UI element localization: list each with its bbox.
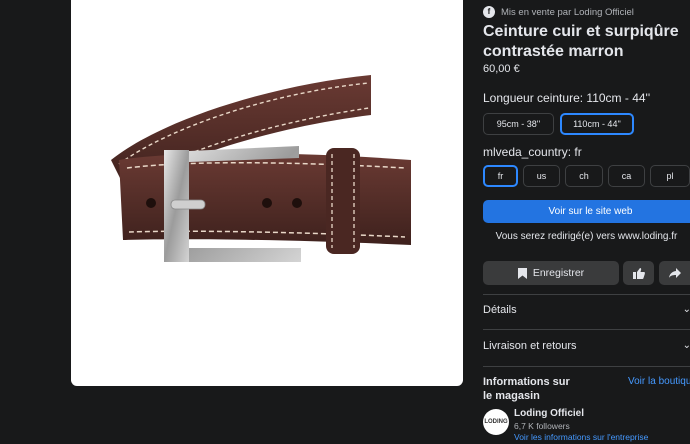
chevron-down-icon: ⌄ xyxy=(682,340,690,351)
view-store-link[interactable]: Voir la boutique xyxy=(628,376,690,387)
country-choice-fr[interactable]: fr xyxy=(483,165,518,187)
marketplace-icon: f xyxy=(483,6,495,18)
country-option-label: mlveda_country: fr xyxy=(483,145,582,159)
shipping-section[interactable]: Livraison et retours ⌄ xyxy=(483,340,690,356)
like-button[interactable] xyxy=(623,261,654,285)
country-choice-ca[interactable]: ca xyxy=(608,165,645,187)
store-name[interactable]: Loding Officiel xyxy=(514,408,584,419)
bookmark-icon xyxy=(517,267,527,279)
country-option-selected: fr xyxy=(574,145,582,159)
country-choice-ch[interactable]: ch xyxy=(565,165,603,187)
chevron-down-icon: ⌄ xyxy=(682,304,690,315)
product-title: Ceinture cuir et surpiqûre contrastée ma… xyxy=(483,23,679,60)
store-avatar[interactable]: LODING xyxy=(483,409,509,435)
length-choice-95[interactable]: 95cm - 38'' xyxy=(483,113,554,135)
length-option-name: Longueur ceinture: xyxy=(483,91,584,105)
share-icon xyxy=(668,268,681,278)
store-followers: 6,7 K followers xyxy=(514,421,570,431)
country-choice-pl[interactable]: pl xyxy=(650,165,690,187)
product-image[interactable] xyxy=(71,0,463,386)
country-choice-us[interactable]: us xyxy=(523,165,560,187)
save-button[interactable]: Enregistrer xyxy=(483,261,619,285)
product-details-panel: f Mis en vente par Loding Officiel Ceint… xyxy=(483,0,690,444)
shipping-section-label: Livraison et retours xyxy=(483,340,577,352)
details-section-label: Détails xyxy=(483,304,517,316)
divider xyxy=(483,294,690,295)
product-price: 60,00 € xyxy=(483,63,520,75)
save-button-label: Enregistrer xyxy=(532,267,585,279)
length-choice-110[interactable]: 110cm - 44'' xyxy=(560,113,634,135)
seller-row: f Mis en vente par Loding Officiel xyxy=(483,4,634,20)
thumbs-up-icon xyxy=(632,267,645,279)
divider xyxy=(483,366,690,367)
redirect-notice: Vous serez redirigé(e) vers www.loding.f… xyxy=(495,231,678,242)
store-heading: Informations sur le magasin xyxy=(483,376,570,402)
length-option-selected: 110cm - 44'' xyxy=(586,91,651,105)
details-section[interactable]: Détails ⌄ xyxy=(483,304,690,320)
share-button[interactable] xyxy=(659,261,690,285)
divider xyxy=(483,329,690,330)
length-option-label: Longueur ceinture: 110cm - 44'' xyxy=(483,91,650,105)
view-website-button[interactable]: Voir sur le site web xyxy=(483,200,690,223)
country-option-name: mlveda_country: xyxy=(483,145,572,159)
business-info-link[interactable]: Voir les informations sur l'entreprise xyxy=(514,432,648,442)
seller-label: Mis en vente par Loding Officiel xyxy=(501,6,634,18)
belt-image xyxy=(111,75,411,262)
